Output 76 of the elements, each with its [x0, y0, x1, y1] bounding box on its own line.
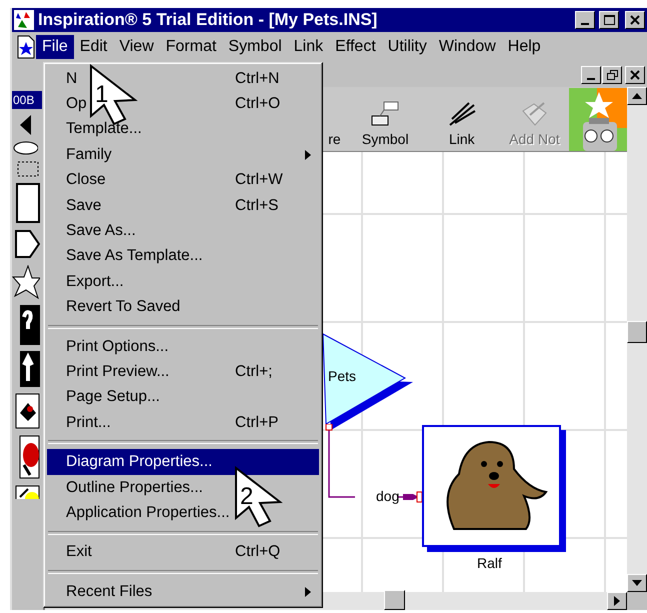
- main-idea-label: Pets: [328, 368, 356, 384]
- minimize-button[interactable]: [581, 66, 601, 84]
- node-label: Ralf: [477, 555, 502, 571]
- app-icon: [14, 10, 34, 30]
- menu-item[interactable]: Format: [160, 35, 222, 59]
- minimize-icon: [587, 78, 595, 80]
- menu-item[interactable]: Recent Files: [66, 582, 152, 600]
- shortcut-text: Ctrl+;: [235, 362, 272, 380]
- pointer-icon: [234, 466, 284, 528]
- left-arrow-icon[interactable]: [20, 115, 32, 135]
- maximize-button[interactable]: [599, 11, 619, 29]
- menu-item[interactable]: Edit: [74, 35, 114, 59]
- menu-item[interactable]: Save: [66, 196, 102, 214]
- size-grip: [627, 592, 647, 610]
- restore-icon: [606, 70, 618, 80]
- toolbar-button[interactable]: Symbol: [362, 131, 409, 147]
- step-number: 1: [95, 83, 108, 107]
- scroll-down-button[interactable]: [627, 574, 647, 592]
- toolbar-button[interactable]: re: [328, 131, 341, 147]
- right-arrow-icon: [614, 596, 620, 606]
- menu-item[interactable]: Utility: [382, 35, 433, 59]
- step-number: 2: [240, 485, 254, 509]
- close-button[interactable]: [625, 66, 645, 84]
- menu-item[interactable]: Op: [66, 95, 87, 112]
- menu-item[interactable]: Exit: [66, 543, 92, 560]
- window-title: Inspiration® 5 Trial Edition - [My Pets.INS]: [38, 10, 378, 30]
- scroll-up-button[interactable]: [627, 87, 647, 105]
- menu-item[interactable]: Window: [432, 35, 502, 59]
- menu-item[interactable]: N: [66, 70, 78, 87]
- menu-item[interactable]: Help: [502, 35, 547, 59]
- menu-item[interactable]: Diagram Properties...: [47, 449, 319, 475]
- menu-item[interactable]: Effect: [329, 35, 382, 59]
- menu-item[interactable]: Print...: [66, 414, 111, 431]
- link-icon: [446, 101, 477, 127]
- menu-item[interactable]: Save As Template...: [66, 247, 203, 264]
- close-icon: [630, 15, 640, 25]
- up-arrow-icon: [632, 93, 642, 99]
- menu-item[interactable]: Application Properties...: [66, 504, 230, 521]
- shortcut-text: Ctrl+W: [235, 171, 283, 188]
- shortcut-text: Ctrl+N: [235, 70, 280, 87]
- shortcut-text: Ctrl+S: [235, 196, 278, 214]
- menu-item[interactable]: Print Options...: [66, 338, 169, 355]
- down-arrow-icon: [632, 580, 642, 586]
- link-label: dog: [376, 488, 400, 504]
- menu-item[interactable]: Save As...: [66, 222, 136, 240]
- toolbar-button[interactable]: Link: [448, 131, 475, 147]
- minimize-button[interactable]: [575, 11, 595, 29]
- close-icon: [630, 70, 640, 80]
- star-icon[interactable]: [12, 265, 40, 299]
- maximize-icon: [604, 15, 614, 25]
- restore-button[interactable]: [602, 66, 622, 84]
- scroll-right-button[interactable]: [607, 592, 627, 610]
- arrow-head-icon: [403, 491, 423, 503]
- menu-item[interactable]: Page Setup...: [66, 388, 160, 406]
- menu-item[interactable]: Revert To Saved: [66, 298, 180, 316]
- scroll-thumb[interactable]: [627, 321, 647, 343]
- palette-label: 00B: [12, 91, 42, 109]
- menu-item[interactable]: Symbol: [222, 35, 288, 59]
- shortcut-text: Ctrl+O: [235, 95, 280, 112]
- menu-item[interactable]: View: [113, 35, 160, 59]
- menu-item[interactable]: Template...: [66, 120, 142, 138]
- minimize-icon: [581, 23, 589, 25]
- shortcut-text: Ctrl+Q: [235, 543, 280, 560]
- symbol-icon: [370, 101, 400, 127]
- arrow-shape-icon[interactable]: [12, 229, 40, 259]
- shortcut-text: Ctrl+P: [235, 414, 278, 431]
- menu-item[interactable]: File: [36, 35, 74, 59]
- close-button[interactable]: [625, 11, 645, 29]
- menu-item[interactable]: Family: [66, 146, 112, 163]
- menu-item[interactable]: Close: [66, 171, 106, 188]
- scroll-thumb[interactable]: [384, 590, 405, 610]
- note-icon: [520, 101, 548, 127]
- menu-item[interactable]: Link: [288, 35, 330, 59]
- menu-item[interactable]: Outline Properties...: [66, 478, 203, 496]
- menu-item[interactable]: Print Preview...: [66, 362, 170, 380]
- menu-item[interactable]: Export...: [66, 272, 124, 290]
